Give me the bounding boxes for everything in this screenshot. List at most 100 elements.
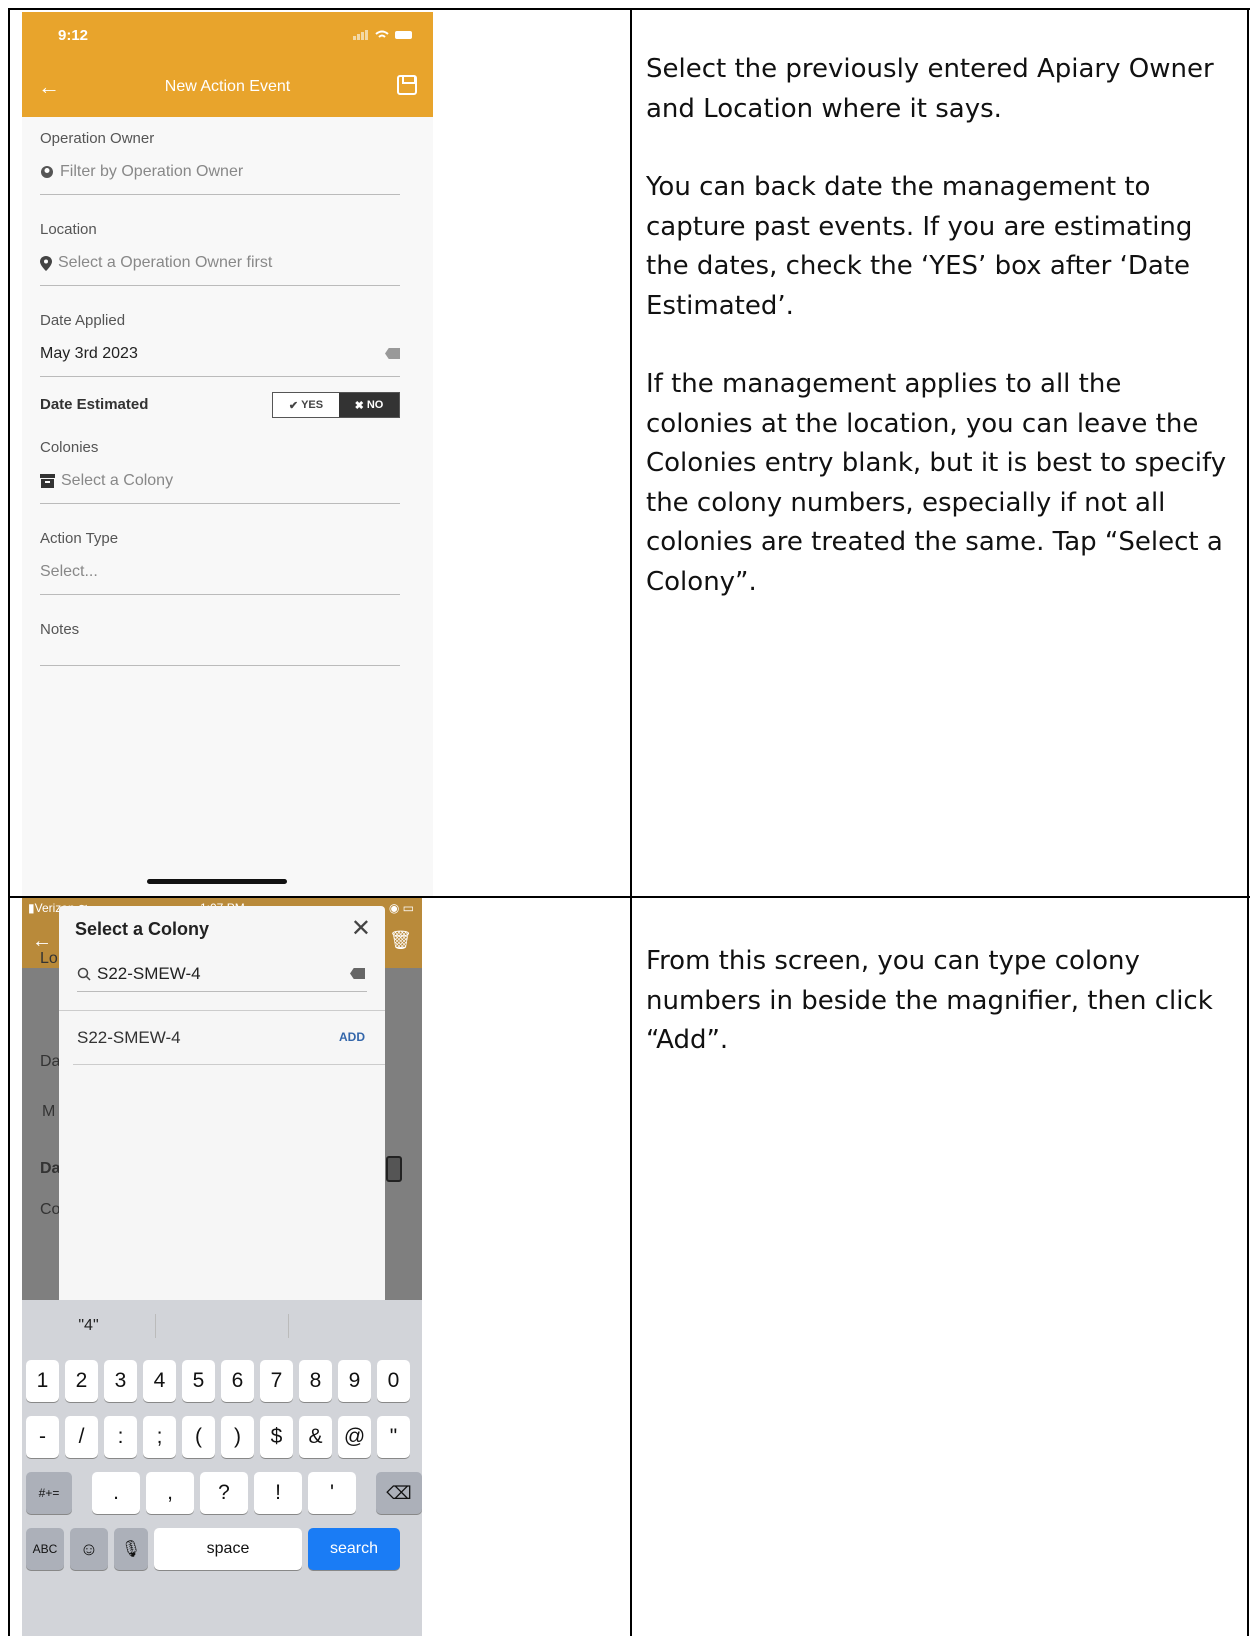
microphone-icon[interactable]: 🎙 <box>114 1528 148 1570</box>
key-sym-2[interactable]: : <box>104 1416 137 1458</box>
key-sym-9[interactable]: " <box>377 1416 410 1458</box>
key-num-0[interactable]: 1 <box>26 1360 59 1402</box>
colonies-value: Select a Colony <box>40 472 400 490</box>
status-icons <box>353 30 415 40</box>
backspace-key[interactable]: ⌫ <box>376 1472 422 1514</box>
date-applied-text: May 3rd 2023 <box>40 345 138 362</box>
key-punct-3[interactable]: ! <box>254 1472 302 1514</box>
key-num-7[interactable]: 8 <box>299 1360 332 1402</box>
abc-key[interactable]: ABC <box>26 1528 64 1570</box>
key-num-1[interactable]: 2 <box>65 1360 98 1402</box>
description-screen2: From this screen, you can type colony nu… <box>646 942 1236 1100</box>
battery-icon: ◉ ▭ <box>388 901 414 915</box>
operation-owner-field[interactable]: Operation Owner Filter by Operation Owne… <box>40 130 400 181</box>
modal-title: Select a Colony <box>75 919 210 939</box>
key-num-4[interactable]: 5 <box>182 1360 215 1402</box>
archive-icon <box>40 474 55 488</box>
divider <box>40 594 400 595</box>
table-right-border <box>1247 8 1249 1636</box>
map-marker-icon <box>40 255 52 271</box>
screenshot-new-action-event: 9:12 ← New Action Event Operation Owner … <box>22 12 433 896</box>
divider <box>73 1064 385 1065</box>
divider <box>40 503 400 504</box>
colonies-label: Colonies <box>40 439 99 456</box>
divider <box>59 1010 385 1011</box>
notes-label: Notes <box>40 621 80 638</box>
ghost-text: Da <box>40 1160 61 1177</box>
key-sym-5[interactable]: ) <box>221 1416 254 1458</box>
key-sym-0[interactable]: - <box>26 1416 59 1458</box>
notes-field[interactable]: Notes <box>40 621 400 638</box>
suggestion-item[interactable] <box>288 1314 421 1338</box>
user-circle-icon <box>41 166 53 178</box>
punctuation-key-row: #+= .,?! ' ⌫ <box>26 1472 422 1514</box>
search-key[interactable]: search <box>308 1528 400 1570</box>
key-sym-6[interactable]: $ <box>260 1416 293 1458</box>
key-num-9[interactable]: 0 <box>377 1360 410 1402</box>
emoji-key[interactable]: ☺ <box>70 1528 108 1570</box>
key-punct-1[interactable]: , <box>146 1472 194 1514</box>
select-colony-modal: Select a Colony ✕ S22-SMEW-4 S22-SMEW-4 … <box>59 906 385 1306</box>
ghost-text: Da <box>40 1053 61 1070</box>
operation-owner-placeholder: Filter by Operation Owner <box>60 163 244 180</box>
key-sym-3[interactable]: ; <box>143 1416 176 1458</box>
space-key[interactable]: space <box>154 1528 302 1570</box>
clear-search-icon[interactable] <box>350 968 365 979</box>
key-punct-4[interactable]: ' <box>308 1472 356 1514</box>
description-paragraph: You can back date the management to capt… <box>646 172 1193 321</box>
table-column-divider <box>630 8 632 1636</box>
divider <box>40 285 400 286</box>
yes-option[interactable]: ✔ YES <box>273 393 339 417</box>
date-applied-label: Date Applied <box>40 312 126 329</box>
check-icon: ✔ <box>288 399 299 412</box>
x-icon: ✖ <box>354 399 364 412</box>
key-num-5[interactable]: 6 <box>221 1360 254 1402</box>
suggestion-bar: "4" <box>22 1300 422 1352</box>
divider <box>40 665 400 666</box>
no-option[interactable]: ✖ NO <box>339 393 399 417</box>
action-type-value: Select... <box>40 563 400 581</box>
location-field[interactable]: Location Select a Operation Owner first <box>40 221 400 272</box>
date-applied-field[interactable]: Date Applied May 3rd 2023 <box>40 312 400 363</box>
colonies-placeholder: Select a Colony <box>61 472 174 489</box>
date-estimated-toggle[interactable]: ✔ YES ✖ NO <box>272 392 400 418</box>
more-symbols-key[interactable]: #+= <box>26 1472 72 1514</box>
operation-owner-value: Filter by Operation Owner <box>40 163 400 181</box>
location-label: Location <box>40 221 97 238</box>
key-sym-7[interactable]: & <box>299 1416 332 1458</box>
key-num-8[interactable]: 9 <box>338 1360 371 1402</box>
location-placeholder: Select a Operation Owner first <box>58 254 273 271</box>
key-sym-1[interactable]: / <box>65 1416 98 1458</box>
keyboard: "4" 1234567890 - /:;() $ & @ " #+= .,?! ' ⌫ AB… <box>22 1300 422 1636</box>
action-type-placeholder: Select... <box>40 563 98 580</box>
description-screen1: Select the previously entered Apiary Own… <box>646 50 1236 641</box>
action-type-field[interactable]: Action Type Select... <box>40 530 400 581</box>
key-num-2[interactable]: 3 <box>104 1360 137 1402</box>
colonies-field[interactable]: Colonies Select a Colony <box>40 439 400 490</box>
suggestion-item[interactable]: "4" <box>22 1314 155 1338</box>
punctuation-keys: .,?! ' <box>92 1472 356 1514</box>
key-punct-0[interactable]: . <box>92 1472 140 1514</box>
description-paragraph: From this screen, you can type colony nu… <box>646 946 1213 1055</box>
battery-icon <box>395 31 412 39</box>
key-sym-8[interactable]: @ <box>338 1416 371 1458</box>
key-num-3[interactable]: 4 <box>143 1360 176 1402</box>
location-value: Select a Operation Owner first <box>40 254 400 272</box>
add-button[interactable]: ADD <box>339 1030 365 1044</box>
date-applied-value: May 3rd 2023 <box>40 345 400 363</box>
key-sym-4[interactable]: ( <box>182 1416 215 1458</box>
key-punct-2[interactable]: ? <box>200 1472 248 1514</box>
no-label: NO <box>366 399 384 411</box>
yes-label: YES <box>301 399 324 411</box>
status-time: 9:12 <box>58 27 89 44</box>
page-title: New Action Event <box>164 78 291 95</box>
close-icon[interactable]: ✕ <box>351 914 371 943</box>
screenshot-select-colony: ▮Verizon ≋ 1:07 PM ◉ ▭ ← 🗑 Lo Da M Da Co… <box>22 898 422 1636</box>
save-icon[interactable] <box>397 75 417 95</box>
key-num-6[interactable]: 7 <box>260 1360 293 1402</box>
colony-result-item: S22-SMEW-4 <box>77 1028 181 1047</box>
colony-search-input[interactable]: S22-SMEW-4 <box>77 956 367 992</box>
suggestion-item[interactable] <box>155 1314 288 1338</box>
